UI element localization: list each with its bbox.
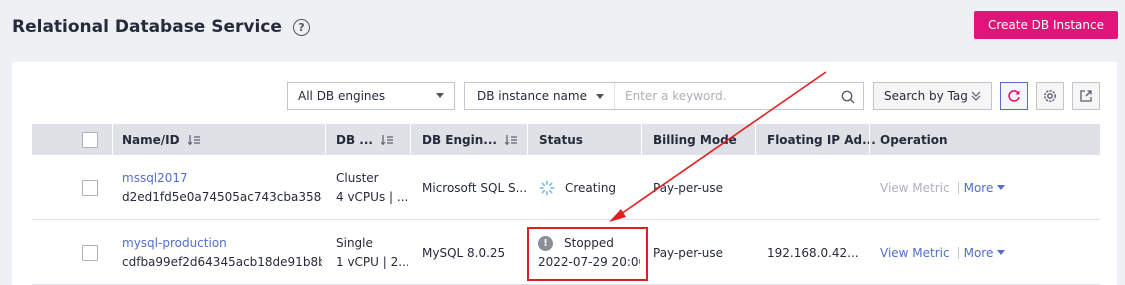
create-db-instance-button[interactable]: Create DB Instance (974, 11, 1118, 39)
row-checkbox[interactable] (82, 179, 98, 196)
search-by-tag-button[interactable]: Search by Tag (873, 82, 992, 110)
column-header-db-type-label: DB ... (336, 132, 373, 147)
caret-down-icon (436, 93, 444, 98)
table-row: mysql-production cdfba99ef2d64345acb18de… (32, 221, 1100, 285)
search-group: DB instance name (464, 82, 864, 110)
view-metric-link[interactable]: View Metric (880, 181, 950, 195)
name-cell: mssql2017 d2ed1fd5e0a74505ac743cba3584..… (122, 156, 322, 219)
row-select-cell (82, 221, 98, 284)
column-header-status: Status (539, 132, 583, 147)
caret-down-icon (997, 185, 1006, 190)
billing-cell: Pay-per-use (653, 180, 724, 195)
column-header-engine-label: DB Engin... (422, 132, 497, 147)
operation-cell: View Metric More (880, 221, 1006, 284)
table-row: mssql2017 d2ed1fd5e0a74505ac743cba3584..… (32, 156, 1100, 220)
column-header-floating-ip: Floating IP Ad... (767, 132, 876, 147)
settings-button[interactable] (1036, 82, 1064, 110)
select-all-cell (82, 124, 98, 155)
status-line: ! Stopped (538, 234, 614, 253)
help-icon[interactable]: ? (292, 18, 310, 36)
search-field-select-value: DB instance name (477, 89, 587, 103)
divider (957, 246, 959, 259)
db-type-cell: Cluster 4 vCPUs | ... (336, 156, 408, 219)
double-chevron-down-icon (971, 91, 981, 101)
sort-icon (380, 134, 393, 145)
view-metric-link[interactable]: View Metric (880, 246, 950, 260)
instance-name-link[interactable]: mssql2017 (122, 169, 188, 188)
caret-down-icon (997, 250, 1006, 255)
column-header-engine[interactable]: DB Engin... (422, 124, 517, 155)
page-title: Relational Database Service ? (12, 14, 310, 40)
status-text: Creating (565, 180, 617, 195)
instance-id: cdfba99ef2d64345acb18de91b8b... (122, 254, 322, 269)
db-engine-select-value: All DB engines (298, 89, 386, 103)
column-header-billing: Billing Mode (653, 132, 737, 147)
db-engine-select[interactable]: All DB engines (287, 82, 455, 110)
status-text: Stopped (564, 235, 614, 250)
search-by-tag-label: Search by Tag (884, 89, 968, 103)
refresh-icon (1008, 90, 1020, 102)
db-type-cell: Single 1 vCPU | 2... (336, 221, 408, 284)
name-cell: mysql-production cdfba99ef2d64345acb18de… (122, 221, 322, 284)
status-cell: ! Stopped 2022-07-29 20:00:0 (538, 221, 640, 284)
column-header-db-type[interactable]: DB ... (336, 124, 393, 155)
instance-type: Single (336, 235, 373, 250)
search-icon[interactable] (841, 90, 855, 104)
sort-icon (504, 134, 517, 145)
instance-id: d2ed1fd5e0a74505ac743cba3584... (122, 189, 322, 204)
sort-icon (187, 134, 200, 145)
divider (957, 181, 959, 194)
column-header-name-label: Name/ID (122, 132, 180, 147)
instance-spec: 1 vCPU | 2... (336, 254, 408, 269)
column-header-name[interactable]: Name/ID (122, 124, 200, 155)
keyword-input[interactable] (615, 83, 833, 109)
instance-spec: 4 vCPUs | ... (336, 189, 408, 204)
page-title-text: Relational Database Service (12, 17, 282, 37)
more-dropdown[interactable]: More (964, 181, 1006, 195)
exclamation-icon: ! (538, 235, 553, 251)
column-header-operation: Operation (880, 132, 948, 147)
instance-list-panel: All DB engines DB instance name Search b… (12, 62, 1117, 285)
export-icon (1080, 90, 1092, 102)
search-field-select[interactable]: DB instance name (465, 83, 615, 109)
table-header: Name/ID DB ... DB Engin... Status Billin… (32, 124, 1100, 155)
engine-cell: Microsoft SQL S... (422, 180, 526, 195)
instance-type: Cluster (336, 170, 379, 185)
export-button[interactable] (1072, 82, 1100, 110)
caret-down-icon (596, 94, 604, 99)
billing-cell: Pay-per-use (653, 245, 724, 260)
loading-spinner-icon (539, 180, 555, 195)
more-dropdown[interactable]: More (964, 246, 1006, 260)
more-label: More (963, 245, 994, 260)
operation-cell: View Metric More (880, 156, 1006, 219)
row-select-cell (82, 156, 98, 219)
status-cell: Creating (539, 156, 639, 219)
gear-icon (1044, 90, 1056, 102)
more-label: More (963, 180, 994, 195)
refresh-button[interactable] (1000, 82, 1028, 110)
row-checkbox[interactable] (82, 244, 98, 261)
instance-name-link[interactable]: mysql-production (122, 234, 227, 253)
floating-ip-cell: 192.168.0.42... (767, 245, 859, 260)
status-time: 2022-07-29 20:00:0 (538, 254, 640, 269)
engine-cell: MySQL 8.0.25 (422, 245, 506, 260)
select-all-checkbox[interactable] (82, 131, 98, 148)
